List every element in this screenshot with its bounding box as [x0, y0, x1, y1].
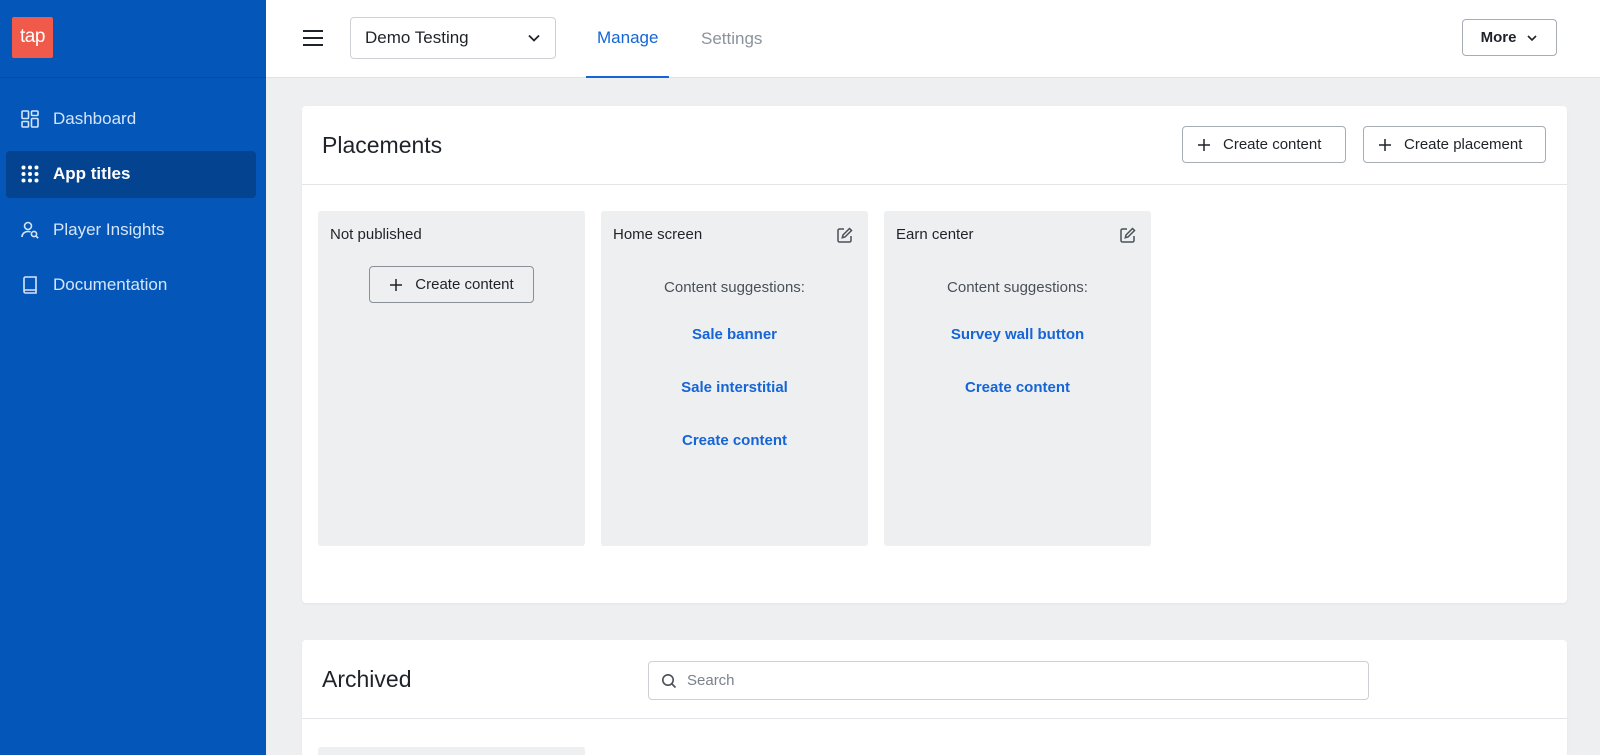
archived-card: Archived [302, 640, 1567, 755]
suggestion-link-sale-banner[interactable]: Sale banner [601, 326, 868, 343]
user-search-icon [21, 221, 39, 239]
edit-icon[interactable] [1119, 226, 1137, 244]
sidebar-item-label: App titles [53, 164, 131, 183]
column-create-content-label: Create content [415, 276, 514, 293]
placements-header: Placements Create content Create placeme… [302, 106, 1567, 185]
create-content-label: Create content [1223, 136, 1322, 153]
create-content-button[interactable]: Create content [1182, 126, 1346, 163]
edit-icon[interactable] [836, 226, 854, 244]
suggestion-link-create-content[interactable]: Create content [601, 432, 868, 449]
tab-manage[interactable]: Manage [586, 0, 670, 78]
placement-column-home-screen: Home screen Content suggestions: Sale ba… [601, 211, 868, 546]
more-button[interactable]: More [1462, 19, 1557, 56]
book-icon [23, 276, 37, 294]
sidebar: tap Dashboard App titles Player Insights [0, 0, 266, 755]
sidebar-item-label: Documentation [53, 275, 168, 294]
chevron-down-icon [1527, 34, 1537, 41]
column-create-content-button[interactable]: Create content [369, 266, 534, 303]
archived-header: Archived [302, 640, 1567, 719]
column-title: Home screen [613, 226, 703, 243]
sidebar-item-documentation[interactable]: Documentation [6, 262, 256, 309]
suggestion-link-create-content[interactable]: Create content [884, 379, 1151, 396]
app-title-select-value: Demo Testing [365, 28, 469, 47]
plus-icon [1379, 138, 1391, 151]
hamburger-menu-icon[interactable] [302, 27, 324, 49]
create-placement-button[interactable]: Create placement [1363, 126, 1546, 163]
sidebar-item-player-insights[interactable]: Player Insights [6, 206, 256, 253]
more-button-label: More [1480, 29, 1517, 46]
sidebar-item-label: Dashboard [53, 108, 137, 128]
create-placement-label: Create placement [1404, 136, 1523, 153]
archived-column [318, 747, 585, 755]
logo-bar: tap [0, 0, 266, 78]
suggestion-link-survey-wall-button[interactable]: Survey wall button [884, 326, 1151, 343]
archived-title: Archived [322, 666, 412, 692]
app-logo[interactable]: tap [12, 17, 53, 58]
suggestion-link-sale-interstitial[interactable]: Sale interstitial [601, 379, 868, 396]
content-suggestions-label: Content suggestions: [947, 279, 1088, 296]
app-title-select[interactable]: Demo Testing [350, 17, 556, 59]
column-title: Not published [330, 226, 422, 243]
chevron-down-icon [528, 34, 540, 42]
column-title: Earn center [896, 226, 974, 243]
placement-column-not-published: Not published Create content [318, 211, 585, 546]
sidebar-item-dashboard[interactable]: Dashboard [6, 95, 256, 142]
sidebar-item-app-titles[interactable]: App titles [6, 150, 256, 198]
placement-column-earn-center: Earn center Content suggestions: Survey … [884, 211, 1151, 546]
grid-dots-icon [21, 165, 39, 183]
content-suggestions-label: Content suggestions: [664, 279, 805, 296]
placements-title: Placements [322, 132, 443, 158]
tab-settings[interactable]: Settings [690, 0, 773, 78]
sidebar-nav: Dashboard App titles Player Insights Doc… [6, 95, 256, 317]
sidebar-item-label: Player Insights [53, 219, 165, 239]
top-bar: Demo Testing Manage Settings More [266, 0, 1600, 78]
placements-card: Placements Create content Create placeme… [302, 106, 1567, 603]
dashboard-icon [21, 109, 39, 128]
archived-search[interactable] [648, 661, 1369, 700]
plus-icon [1198, 138, 1210, 151]
plus-icon [390, 278, 403, 291]
search-icon [662, 673, 677, 688]
search-input[interactable] [687, 672, 1347, 689]
